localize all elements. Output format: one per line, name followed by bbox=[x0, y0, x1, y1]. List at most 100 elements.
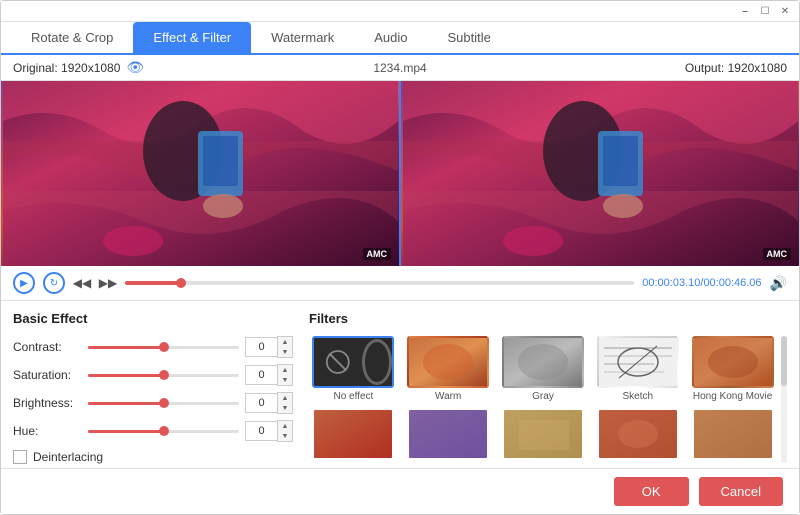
filter-thumb-sketch bbox=[597, 336, 679, 388]
filter-label-sketch: Sketch bbox=[623, 391, 654, 402]
filter-thumb-warm bbox=[407, 336, 489, 388]
filter-sketch[interactable]: Sketch bbox=[593, 336, 682, 402]
deinterlacing-row: Deinterlacing bbox=[13, 450, 293, 464]
contrast-row: Contrast: ▲ ▼ bbox=[13, 336, 293, 358]
brightness-spinners: ▲ ▼ bbox=[277, 392, 293, 414]
brightness-up[interactable]: ▲ bbox=[278, 393, 292, 403]
filter-hk-movie[interactable]: Hong Kong Movie bbox=[688, 336, 777, 402]
basic-effect-panel: Basic Effect Contrast: ▲ ▼ bbox=[13, 311, 293, 458]
contrast-down[interactable]: ▼ bbox=[278, 347, 292, 357]
contrast-input[interactable] bbox=[245, 337, 277, 357]
filter-thumb-r2-4 bbox=[597, 408, 679, 460]
time-display: 00:00:03.10/00:00:46.06 bbox=[642, 277, 761, 289]
contrast-up[interactable]: ▲ bbox=[278, 337, 292, 347]
filters-panel: Filters No effect bbox=[309, 311, 787, 458]
playback-bar: ▶ ↻ ◀◀ ▶▶ 00:00:03.10/00:00:46.06 🔊 bbox=[1, 266, 799, 301]
saturation-label: Saturation: bbox=[13, 368, 88, 382]
cancel-button[interactable]: Cancel bbox=[699, 477, 783, 506]
video-panel-output: AMC bbox=[401, 81, 799, 266]
filter-row2-2[interactable] bbox=[404, 408, 493, 463]
amc-badge-right: AMC bbox=[763, 248, 792, 260]
brightness-row: Brightness: ▲ ▼ bbox=[13, 392, 293, 414]
eye-icon[interactable]: 👁 bbox=[126, 59, 144, 76]
hue-slider[interactable] bbox=[88, 423, 239, 439]
loop-button[interactable]: ↻ bbox=[43, 272, 65, 294]
progress-thumb bbox=[176, 278, 186, 288]
hue-value-group: ▲ ▼ bbox=[245, 420, 293, 442]
filename: 1234.mp4 bbox=[271, 61, 529, 75]
main-content: Basic Effect Contrast: ▲ ▼ bbox=[1, 301, 799, 468]
hue-down[interactable]: ▼ bbox=[278, 431, 292, 441]
tab-audio[interactable]: Audio bbox=[354, 22, 427, 55]
saturation-down[interactable]: ▼ bbox=[278, 375, 292, 385]
hue-input[interactable] bbox=[245, 421, 277, 441]
filter-thumb-gray bbox=[502, 336, 584, 388]
current-time: 00:00:03.10 bbox=[642, 277, 700, 289]
video-canvas-right bbox=[401, 81, 799, 266]
prev-frame-button[interactable]: ◀◀ bbox=[73, 274, 91, 292]
brightness-value-group: ▲ ▼ bbox=[245, 392, 293, 414]
filter-row2-5[interactable] bbox=[688, 408, 777, 463]
tab-effect-filter[interactable]: Effect & Filter bbox=[133, 22, 251, 55]
progress-slider[interactable] bbox=[125, 281, 634, 285]
deinterlacing-checkbox[interactable] bbox=[13, 450, 27, 464]
filter-label-gray: Gray bbox=[532, 391, 554, 402]
contrast-spinners: ▲ ▼ bbox=[277, 336, 293, 358]
title-bar: ⎯ ☐ ✕ bbox=[1, 1, 799, 22]
filter-gray[interactable]: Gray bbox=[499, 336, 588, 402]
filter-row2-3[interactable] bbox=[499, 408, 588, 463]
saturation-up[interactable]: ▲ bbox=[278, 365, 292, 375]
next-frame-button[interactable]: ▶▶ bbox=[99, 274, 117, 292]
saturation-spinners: ▲ ▼ bbox=[277, 364, 293, 386]
saturation-row: Saturation: ▲ ▼ bbox=[13, 364, 293, 386]
saturation-input[interactable] bbox=[245, 365, 277, 385]
brightness-down[interactable]: ▼ bbox=[278, 403, 292, 413]
maximize-button[interactable]: ☐ bbox=[759, 5, 771, 17]
output-resolution: Output: 1920x1080 bbox=[529, 61, 787, 75]
tab-rotate-crop[interactable]: Rotate & Crop bbox=[11, 22, 133, 55]
brightness-slider[interactable] bbox=[88, 395, 239, 411]
filter-warm[interactable]: Warm bbox=[404, 336, 493, 402]
video-panel-original: AMC bbox=[1, 81, 401, 266]
bottom-bar: OK Cancel bbox=[1, 468, 799, 514]
filter-label-hk: Hong Kong Movie bbox=[693, 391, 773, 402]
basic-effect-title: Basic Effect bbox=[13, 311, 293, 326]
filter-row2-4[interactable] bbox=[593, 408, 682, 463]
contrast-value-group: ▲ ▼ bbox=[245, 336, 293, 358]
hue-up[interactable]: ▲ bbox=[278, 421, 292, 431]
filter-label-no-effect: No effect bbox=[333, 391, 373, 402]
play-button[interactable]: ▶ bbox=[13, 272, 35, 294]
minimize-button[interactable]: ⎯ bbox=[739, 5, 751, 17]
filter-thumb-r2-1 bbox=[312, 408, 394, 460]
volume-button[interactable]: 🔊 bbox=[770, 275, 787, 292]
saturation-value-group: ▲ ▼ bbox=[245, 364, 293, 386]
brightness-input[interactable] bbox=[245, 393, 277, 413]
contrast-label: Contrast: bbox=[13, 340, 88, 354]
filter-no-effect[interactable]: No effect bbox=[309, 336, 398, 402]
filter-thumb-r2-5 bbox=[692, 408, 774, 460]
filters-scrollbar[interactable] bbox=[781, 336, 787, 463]
hue-label: Hue: bbox=[13, 424, 88, 438]
original-info: Original: 1920x1080 👁 bbox=[13, 59, 271, 76]
hue-spinners: ▲ ▼ bbox=[277, 420, 293, 442]
main-window: ⎯ ☐ ✕ Rotate & Crop Effect & Filter Wate… bbox=[0, 0, 800, 515]
video-info-bar: Original: 1920x1080 👁 1234.mp4 Output: 1… bbox=[1, 55, 799, 81]
filter-label-warm: Warm bbox=[435, 391, 461, 402]
tab-subtitle[interactable]: Subtitle bbox=[428, 22, 511, 55]
window-controls: ⎯ ☐ ✕ bbox=[739, 5, 791, 17]
tab-watermark[interactable]: Watermark bbox=[251, 22, 354, 55]
filter-thumb-r2-3 bbox=[502, 408, 584, 460]
ok-button[interactable]: OK bbox=[614, 477, 689, 506]
brightness-label: Brightness: bbox=[13, 396, 88, 410]
filter-row2-1[interactable] bbox=[309, 408, 398, 463]
saturation-slider[interactable] bbox=[88, 367, 239, 383]
total-time: 00:00:46.06 bbox=[703, 277, 761, 289]
filters-title: Filters bbox=[309, 311, 787, 326]
close-button[interactable]: ✕ bbox=[779, 5, 791, 17]
tab-bar: Rotate & Crop Effect & Filter Watermark … bbox=[1, 22, 799, 55]
video-panels: AMC bbox=[1, 81, 799, 266]
filter-thumb-hk bbox=[692, 336, 774, 388]
filters-scrollbar-thumb bbox=[781, 336, 787, 386]
contrast-slider[interactable] bbox=[88, 339, 239, 355]
filter-thumb-r2-2 bbox=[407, 408, 489, 460]
